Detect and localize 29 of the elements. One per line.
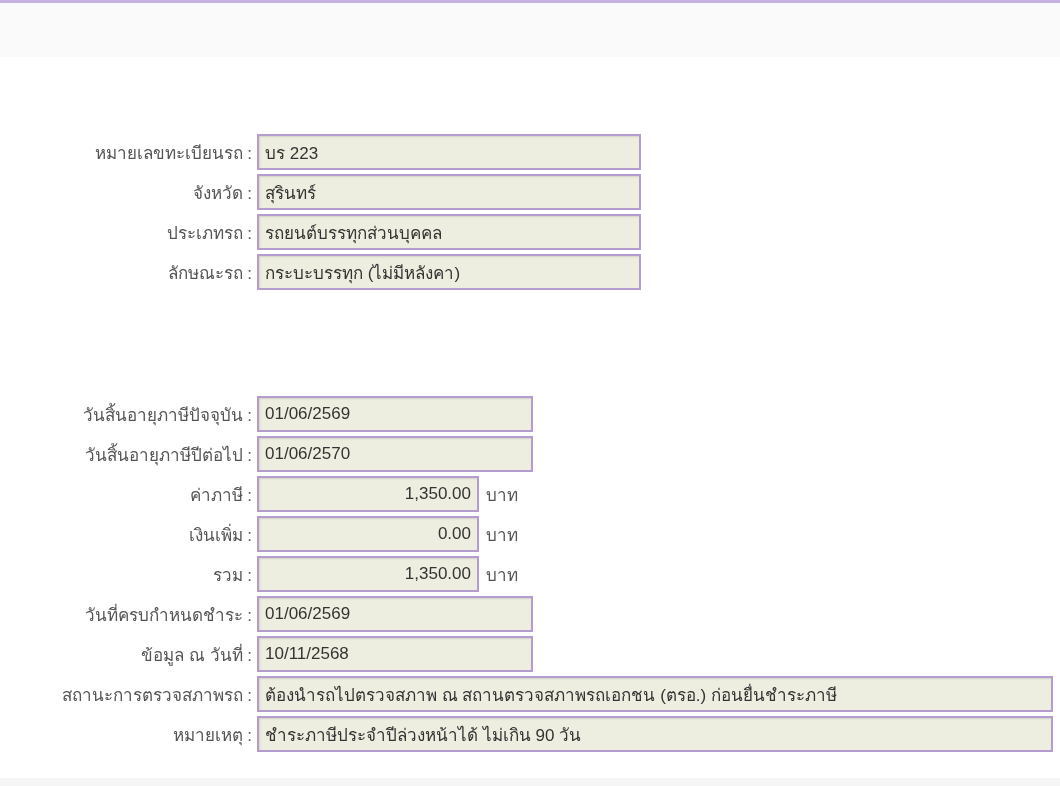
field-label: จังหวัด : xyxy=(191,182,252,205)
field-label: วันที่ครบกำหนดชำระ : xyxy=(83,602,252,627)
read-only-field[interactable]: รถยนต์บรรทุกส่วนบุคคล xyxy=(257,214,641,250)
field-label: เงินเพิ่ม : xyxy=(187,522,252,547)
read-only-field[interactable]: กระบะบรรทุก (ไม่มีหลังคา) xyxy=(257,254,641,290)
read-only-field[interactable]: 10/11/2568 xyxy=(257,636,533,672)
unit-label: บาท xyxy=(486,524,518,547)
read-only-field[interactable]: สุรินทร์ xyxy=(257,174,641,210)
field-label: ลักษณะรถ : xyxy=(166,262,252,285)
unit-label: บาท xyxy=(486,484,518,507)
field-label: วันสิ้นอายุภาษีปัจจุบัน : xyxy=(81,402,252,428)
read-only-field[interactable]: บร 223 xyxy=(257,134,641,170)
read-only-field[interactable]: 1,350.00 xyxy=(257,556,479,592)
field-label: ประเภทรถ : xyxy=(165,222,252,245)
read-only-field[interactable]: 01/06/2570 xyxy=(257,436,533,472)
field-label: หมายเลขทะเบียนรถ : xyxy=(93,142,252,165)
read-only-field[interactable]: ชำระภาษีประจำปีล่วงหน้าได้ ไม่เกิน 90 วัน xyxy=(257,716,1053,752)
field-label: ข้อมูล ณ วันที่ : xyxy=(140,642,252,668)
read-only-field[interactable]: 01/06/2569 xyxy=(257,396,533,432)
read-only-field[interactable]: 0.00 xyxy=(257,516,479,552)
unit-label: บาท xyxy=(486,564,518,587)
read-only-field[interactable]: 1,350.00 xyxy=(257,476,479,512)
read-only-field[interactable]: 01/06/2569 xyxy=(257,596,533,632)
field-label: หมายเหตุ : xyxy=(171,724,252,748)
field-label: ค่าภาษี : xyxy=(188,484,252,507)
field-label: สถานะการตรวจสภาพรถ : xyxy=(60,684,252,707)
field-label: รวม : xyxy=(211,564,252,587)
field-label: วันสิ้นอายุภาษีปีต่อไป : xyxy=(83,442,252,468)
read-only-field[interactable]: ต้องนำรถไปตรวจสภาพ ณ สถานตรวจสภาพรถเอกชน (ตรอ.) ก่อนยื่นชำระภาษี xyxy=(257,676,1053,712)
